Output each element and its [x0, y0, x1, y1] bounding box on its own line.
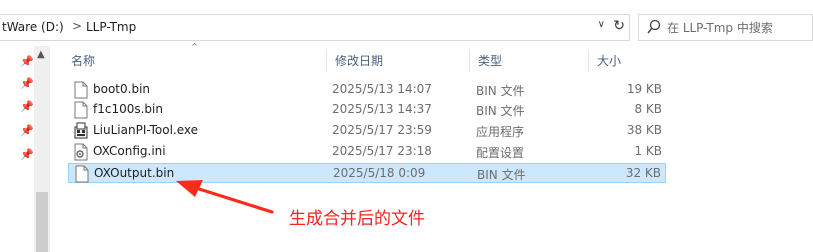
- annotation-label: 生成合并后的文件: [289, 209, 425, 229]
